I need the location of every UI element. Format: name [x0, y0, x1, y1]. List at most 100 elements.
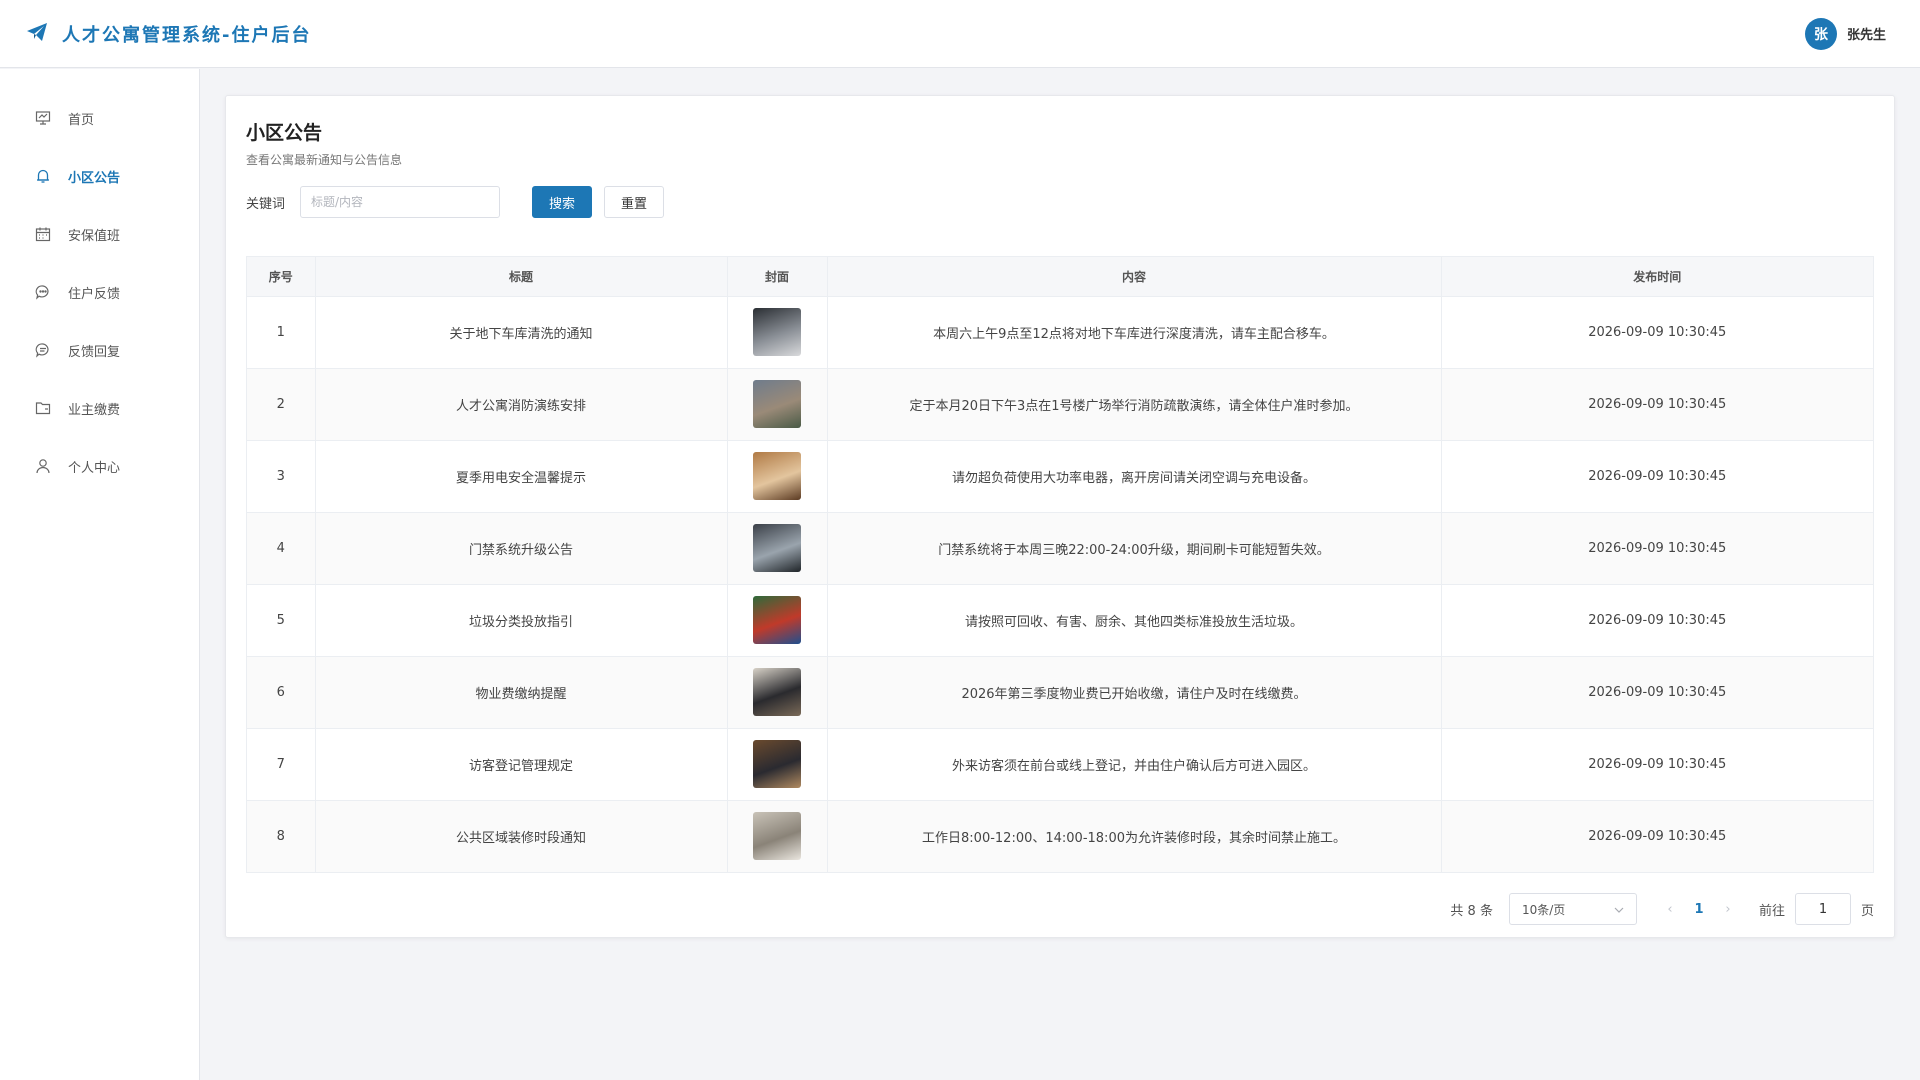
column-header-title: 标题 [315, 257, 728, 297]
cell-time: 2026-09-09 10:30:45 [1441, 656, 1873, 729]
keyword-label: 关键词 [246, 196, 286, 212]
user-icon [34, 457, 52, 475]
chat-bubble-icon [34, 283, 52, 301]
table-row: 1 关于地下车库清洗的通知 本周六上午9点至12点将对地下车库进行深度清洗，请车主配… [247, 296, 1873, 369]
cell-cover [727, 800, 828, 872]
cell-content: 本周六上午9点至12点将对地下车库进行深度清洗，请车主配合移车。 [827, 296, 1442, 369]
sidebar: 首页 小区公告 安保值班 住户反馈 反馈回复 业主缴费 个人中心 [0, 69, 200, 1080]
table-row: 8 公共区域装修时段通知 工作日8:00-12:00、14:00-18:00为允许装… [247, 800, 1873, 872]
page-size-select[interactable]: 10条/页 [1508, 893, 1637, 925]
cell-cover [727, 440, 828, 513]
table-row: 2 人才公寓消防演练安排 定于本月20日下午3点在1号楼广场举行消防疏散演练，请全体… [247, 368, 1873, 441]
cell-cover [727, 728, 828, 801]
chevron-down-icon [1614, 902, 1624, 916]
cell-index: 3 [247, 440, 316, 513]
cell-content: 门禁系统将于本周三晚22:00-24:00升级，期间刷卡可能短暂失效。 [827, 512, 1442, 585]
table-row: 6 物业费缴纳提醒 2026年第三季度物业费已开始收缴，请住户及时在线缴费。 2026… [247, 656, 1873, 729]
cell-index: 7 [247, 728, 316, 801]
search-button[interactable]: 搜索 [532, 186, 592, 218]
sidebar-item-label: 业主缴费 [68, 402, 121, 418]
announcements-table: 序号 标题 封面 内容 发布时间 1 关于地下车库清洗的通知 本周六上午9点至12点… [246, 256, 1874, 873]
table-body: 1 关于地下车库清洗的通知 本周六上午9点至12点将对地下车库进行深度清洗，请车主配… [247, 296, 1873, 872]
cell-cover [727, 656, 828, 729]
cell-content: 请勿超负荷使用大功率电器，离开房间请关闭空调与充电设备。 [827, 440, 1442, 513]
cell-time: 2026-09-09 10:30:45 [1441, 584, 1873, 657]
cell-time: 2026-09-09 10:30:45 [1441, 728, 1873, 801]
sidebar-item-profile[interactable]: 个人中心 [0, 437, 199, 495]
user-menu[interactable]: 张 张先生 [1804, 17, 1886, 50]
page-number-current[interactable]: 1 [1681, 902, 1717, 917]
cover-image[interactable] [753, 668, 801, 716]
keyword-input[interactable] [300, 186, 500, 218]
reply-bubble-icon [34, 341, 52, 359]
cell-content: 定于本月20日下午3点在1号楼广场举行消防疏散演练，请全体住户准时参加。 [827, 368, 1442, 441]
avatar[interactable]: 张 [1804, 17, 1837, 50]
cover-image[interactable] [753, 740, 801, 788]
cell-time: 2026-09-09 10:30:45 [1441, 296, 1873, 369]
cell-content: 外来访客须在前台或线上登记，并由住户确认后方可进入园区。 [827, 728, 1442, 801]
cell-index: 1 [247, 296, 316, 369]
sidebar-item-feedback-reply[interactable]: 反馈回复 [0, 321, 199, 379]
page-subtitle: 查看公寓最新通知与公告信息 [246, 153, 403, 167]
column-header-cover: 封面 [727, 257, 828, 297]
cover-image[interactable] [753, 452, 801, 500]
table-row: 3 夏季用电安全温馨提示 请勿超负荷使用大功率电器，离开房间请关闭空调与充电设备。 2… [247, 440, 1873, 513]
cell-cover [727, 296, 828, 369]
folder-icon [34, 399, 52, 417]
cell-index: 4 [247, 512, 316, 585]
cell-title: 物业费缴纳提醒 [315, 656, 728, 729]
cell-cover [727, 512, 828, 585]
sidebar-item-home[interactable]: 首页 [0, 89, 199, 147]
table-header-row: 序号 标题 封面 内容 发布时间 [247, 257, 1873, 297]
sidebar-item-announcements[interactable]: 小区公告 [0, 147, 199, 205]
table-row: 5 垃圾分类投放指引 请按照可回收、有害、厨余、其他四类标准投放生活垃圾。 2026-… [247, 584, 1873, 657]
cover-image[interactable] [753, 308, 801, 356]
column-header-content: 内容 [827, 257, 1442, 297]
sidebar-item-label: 安保值班 [68, 228, 121, 244]
sidebar-item-feedback[interactable]: 住户反馈 [0, 263, 199, 321]
reset-button[interactable]: 重置 [604, 186, 664, 218]
pagination-total: 共 8 条 [1450, 903, 1493, 919]
goto-page-input[interactable] [1794, 893, 1851, 925]
sidebar-item-label: 首页 [68, 112, 95, 128]
sidebar-item-label: 住户反馈 [68, 286, 121, 302]
page-suffix-label: 页 [1860, 903, 1874, 919]
cell-content: 工作日8:00-12:00、14:00-18:00为允许装修时段，其余时间禁止施… [827, 800, 1442, 872]
announcements-card: 小区公告 查看公寓最新通知与公告信息 关键词 搜索 重置 序号 标题 封面 内容… [225, 95, 1895, 938]
cell-title: 垃圾分类投放指引 [315, 584, 728, 657]
goto-label: 前往 [1758, 903, 1785, 919]
cover-image[interactable] [753, 812, 801, 861]
cover-image[interactable] [753, 524, 801, 572]
cell-time: 2026-09-09 10:30:45 [1441, 368, 1873, 441]
sidebar-item-security-duty[interactable]: 安保值班 [0, 205, 199, 263]
sidebar-item-label: 小区公告 [68, 170, 121, 186]
top-bar: 人才公寓管理系统-住户后台 张 张先生 [0, 0, 1920, 68]
user-name[interactable]: 张先生 [1847, 24, 1886, 43]
bell-icon [34, 167, 52, 185]
brand: 人才公寓管理系统-住户后台 [26, 21, 311, 47]
cell-index: 8 [247, 800, 316, 872]
calendar-icon [34, 225, 52, 243]
page-title: 小区公告 [246, 122, 323, 144]
cell-title: 门禁系统升级公告 [315, 512, 728, 585]
cover-image[interactable] [753, 380, 801, 428]
table-row: 4 门禁系统升级公告 门禁系统将于本周三晚22:00-24:00升级，期间刷卡可能短… [247, 512, 1873, 585]
prev-page-icon[interactable]: ‹ [1659, 902, 1681, 917]
next-page-icon[interactable]: › [1717, 902, 1739, 917]
app-title: 人才公寓管理系统-住户后台 [62, 24, 312, 46]
cover-image[interactable] [753, 596, 801, 644]
column-header-index: 序号 [247, 257, 316, 297]
cell-time: 2026-09-09 10:30:45 [1441, 512, 1873, 585]
sidebar-item-label: 反馈回复 [68, 344, 121, 360]
cell-cover [727, 368, 828, 441]
home-board-icon [34, 109, 52, 127]
cell-index: 6 [247, 656, 316, 729]
cell-index: 2 [247, 368, 316, 441]
sidebar-item-label: 个人中心 [68, 460, 121, 476]
sidebar-item-payment[interactable]: 业主缴费 [0, 379, 199, 437]
cell-title: 夏季用电安全温馨提示 [315, 440, 728, 513]
cell-title: 关于地下车库清洗的通知 [315, 296, 728, 369]
pagination: 共 8 条 10条/页 ‹ 1 › 前往 页 [246, 893, 1874, 925]
cell-cover [727, 584, 828, 657]
column-header-time: 发布时间 [1441, 257, 1873, 297]
